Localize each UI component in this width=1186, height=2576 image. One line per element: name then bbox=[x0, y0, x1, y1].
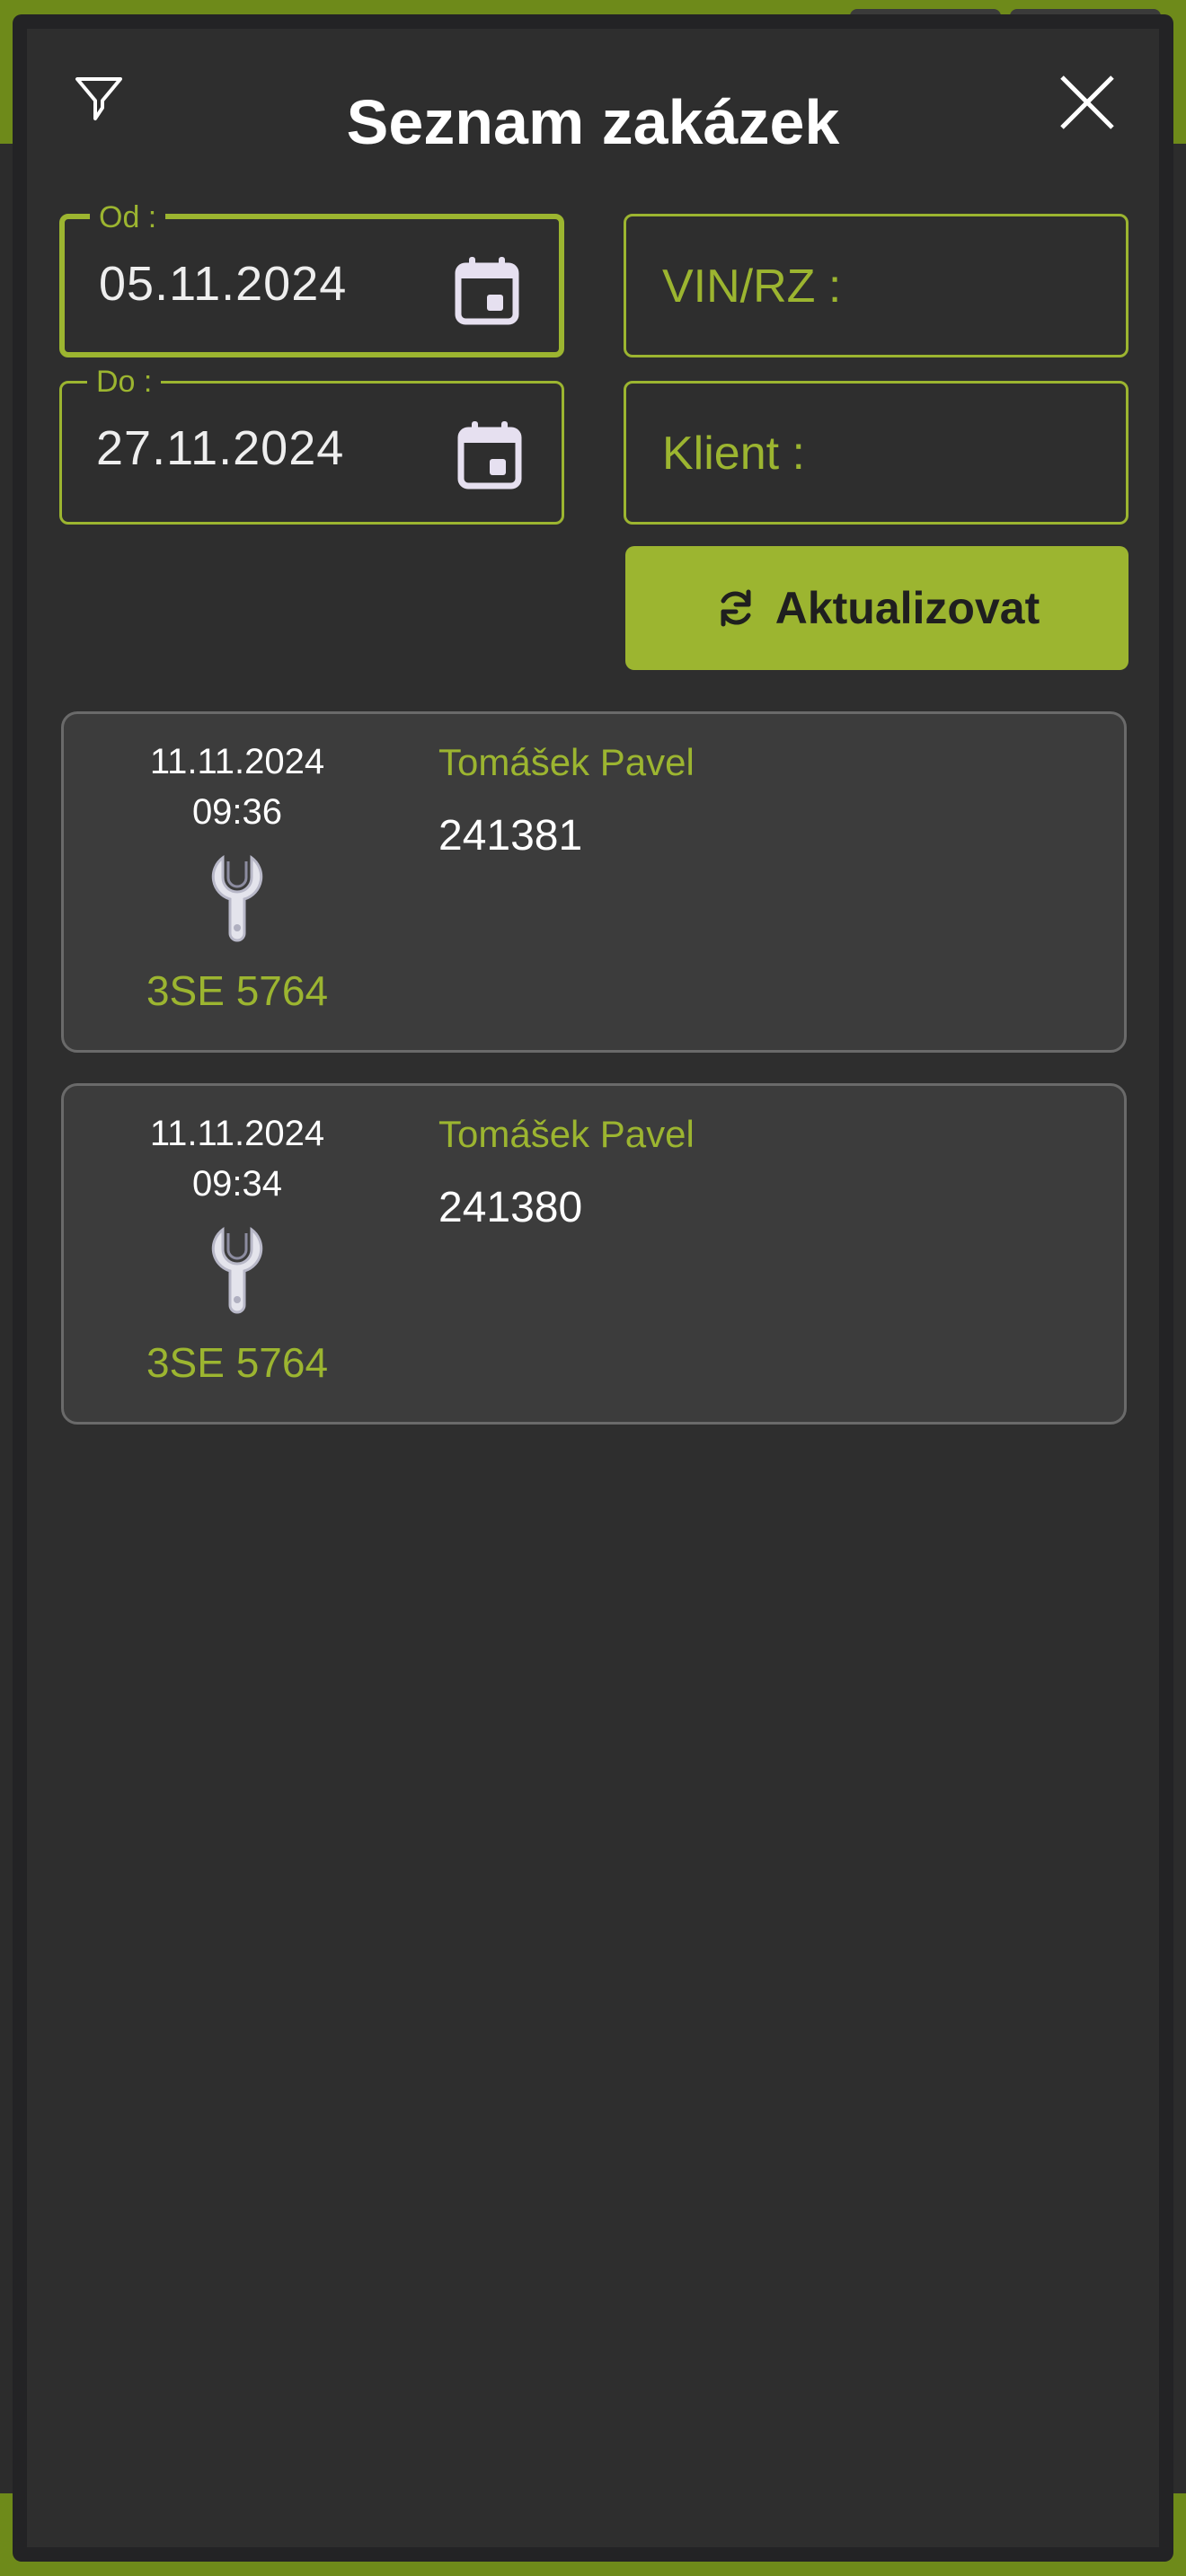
refresh-icon bbox=[721, 589, 751, 627]
order-time: 09:36 bbox=[191, 792, 283, 832]
order-card[interactable]: 11.11.2024 09:34 3SE 5764 Tomášek Pavel … bbox=[61, 1083, 1127, 1425]
date-from-value[interactable]: 05.11.2024 bbox=[99, 255, 347, 313]
date-from-field[interactable]: Od : 05.11.2024 bbox=[59, 199, 564, 357]
order-plate: 3SE 5764 bbox=[146, 967, 329, 1014]
date-to-value[interactable]: 27.11.2024 bbox=[96, 419, 344, 477]
order-number: 241381 bbox=[438, 812, 583, 860]
order-plate: 3SE 5764 bbox=[146, 1339, 329, 1386]
close-icon[interactable] bbox=[1057, 72, 1118, 133]
vin-rz-placeholder: VIN/RZ : bbox=[662, 260, 842, 313]
date-from-label: Od : bbox=[90, 199, 166, 235]
order-card[interactable]: 11.11.2024 09:36 3SE 5764 Tomášek Pavel … bbox=[61, 711, 1127, 1053]
order-date: 11.11.2024 bbox=[149, 1114, 325, 1153]
dialog-title: Seznam zakázek bbox=[346, 87, 840, 157]
refresh-button-label: Aktualizovat bbox=[774, 583, 1040, 633]
refresh-button[interactable]: Aktualizovat bbox=[625, 546, 1128, 670]
calendar-icon[interactable] bbox=[453, 255, 521, 327]
order-time: 09:34 bbox=[191, 1164, 283, 1204]
calendar-icon[interactable] bbox=[456, 419, 524, 491]
client-input[interactable]: Klient : bbox=[624, 381, 1128, 525]
order-client: Tomášek Pavel bbox=[438, 1113, 695, 1155]
vin-rz-input[interactable]: VIN/RZ : bbox=[624, 214, 1128, 357]
date-to-field[interactable]: Do : 27.11.2024 bbox=[59, 364, 564, 525]
wrench-icon bbox=[210, 854, 264, 942]
wrench-icon bbox=[210, 1226, 264, 1314]
order-date: 11.11.2024 bbox=[149, 742, 325, 781]
client-placeholder: Klient : bbox=[662, 428, 805, 480]
date-to-label: Do : bbox=[87, 364, 162, 400]
order-number: 241380 bbox=[438, 1184, 583, 1231]
order-list: 11.11.2024 09:36 3SE 5764 Tomášek Pavel … bbox=[61, 711, 1127, 1455]
order-client: Tomášek Pavel bbox=[438, 741, 695, 783]
